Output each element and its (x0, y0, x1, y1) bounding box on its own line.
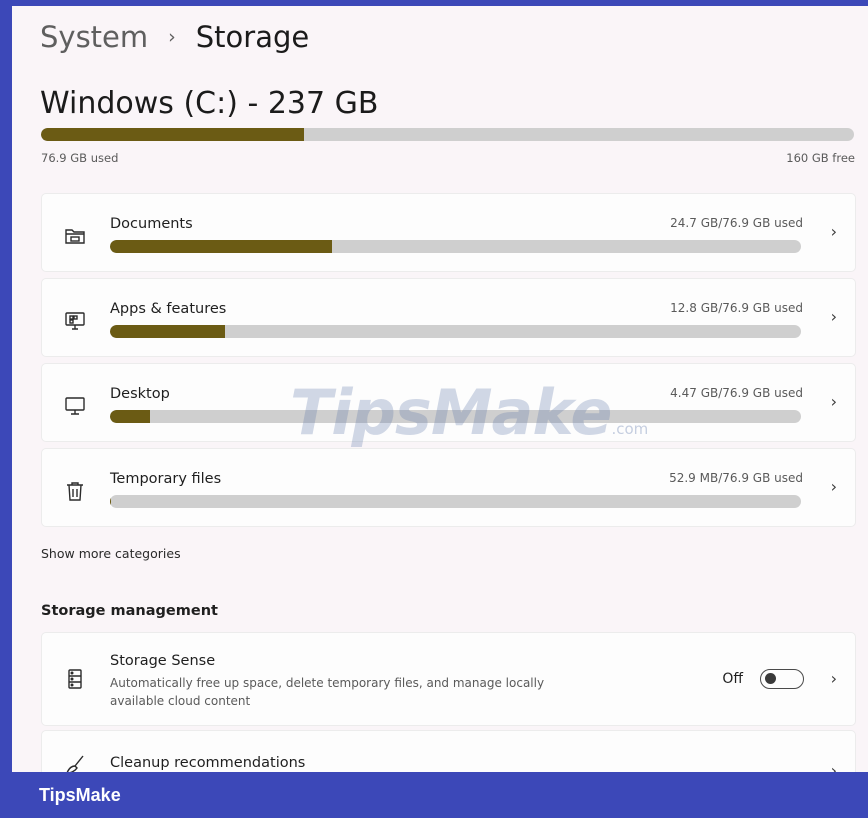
category-usage-fill (110, 240, 332, 253)
category-size: 4.47 GB/76.9 GB used (670, 386, 803, 400)
drive-free-label: 160 GB free (786, 151, 855, 165)
footer-brand: TipsMake (39, 785, 121, 805)
category-temporary-files[interactable]: Temporary files 52.9 MB/76.9 GB used › (41, 448, 856, 527)
monitor-icon (64, 395, 86, 417)
storage-sense-toggle[interactable] (760, 669, 804, 689)
cleanup-recommendations-title: Cleanup recommendations (110, 755, 306, 771)
category-usage-fill (110, 410, 151, 423)
watermark-suffix: .com (611, 420, 649, 438)
watermark-logo: TipsMake.com (290, 376, 648, 449)
storage-sense-toggle-state: Off (722, 671, 743, 687)
drive-usage-bar (41, 128, 854, 141)
breadcrumb-system-link[interactable]: System (40, 20, 148, 54)
watermark-text: TipsMake (290, 376, 612, 449)
chevron-right-icon: › (830, 307, 837, 326)
chevron-right-icon: › (830, 222, 837, 241)
chevron-right-icon: › (830, 392, 837, 411)
chevron-right-icon: › (830, 669, 837, 688)
broom-icon (64, 753, 86, 772)
category-label: Temporary files (110, 471, 222, 487)
category-usage-fill (110, 325, 225, 338)
category-label: Apps & features (110, 301, 227, 317)
trash-icon (64, 480, 86, 502)
category-usage-bar (110, 325, 801, 338)
category-documents[interactable]: Documents 24.7 GB/76.9 GB used › (41, 193, 856, 272)
category-size: 12.8 GB/76.9 GB used (670, 301, 803, 315)
storage-management-heading: Storage management (41, 603, 218, 619)
category-usage-bar (110, 240, 801, 253)
category-label: Desktop (110, 386, 170, 402)
chevron-right-icon: › (830, 477, 837, 496)
apps-icon (64, 310, 86, 332)
storage-sense-icon (64, 668, 86, 690)
cleanup-recommendations-card[interactable]: Cleanup recommendations › (41, 730, 856, 772)
folder-icon (64, 225, 86, 247)
storage-sense-description: Automatically free up space, delete temp… (110, 676, 545, 708)
category-label: Documents (110, 216, 193, 232)
breadcrumb: System › Storage (40, 20, 309, 54)
settings-page: System › Storage Windows (C:) - 237 GB 7… (12, 6, 868, 772)
category-usage-bar (110, 495, 801, 508)
category-size: 24.7 GB/76.9 GB used (670, 216, 803, 230)
breadcrumb-separator: › (168, 26, 176, 48)
drive-usage-fill (41, 128, 305, 141)
show-more-categories-link[interactable]: Show more categories (41, 546, 181, 561)
page-title: Storage (195, 20, 310, 54)
storage-sense-card[interactable]: Storage Sense Automatically free up spac… (41, 632, 856, 726)
drive-title: Windows (C:) - 237 GB (40, 86, 379, 121)
storage-sense-title: Storage Sense (110, 653, 216, 669)
drive-used-label: 76.9 GB used (41, 151, 119, 165)
toggle-knob (765, 673, 776, 684)
chevron-right-icon: › (830, 761, 837, 772)
category-size: 52.9 MB/76.9 GB used (669, 471, 803, 485)
category-apps-features[interactable]: Apps & features 12.8 GB/76.9 GB used › (41, 278, 856, 357)
